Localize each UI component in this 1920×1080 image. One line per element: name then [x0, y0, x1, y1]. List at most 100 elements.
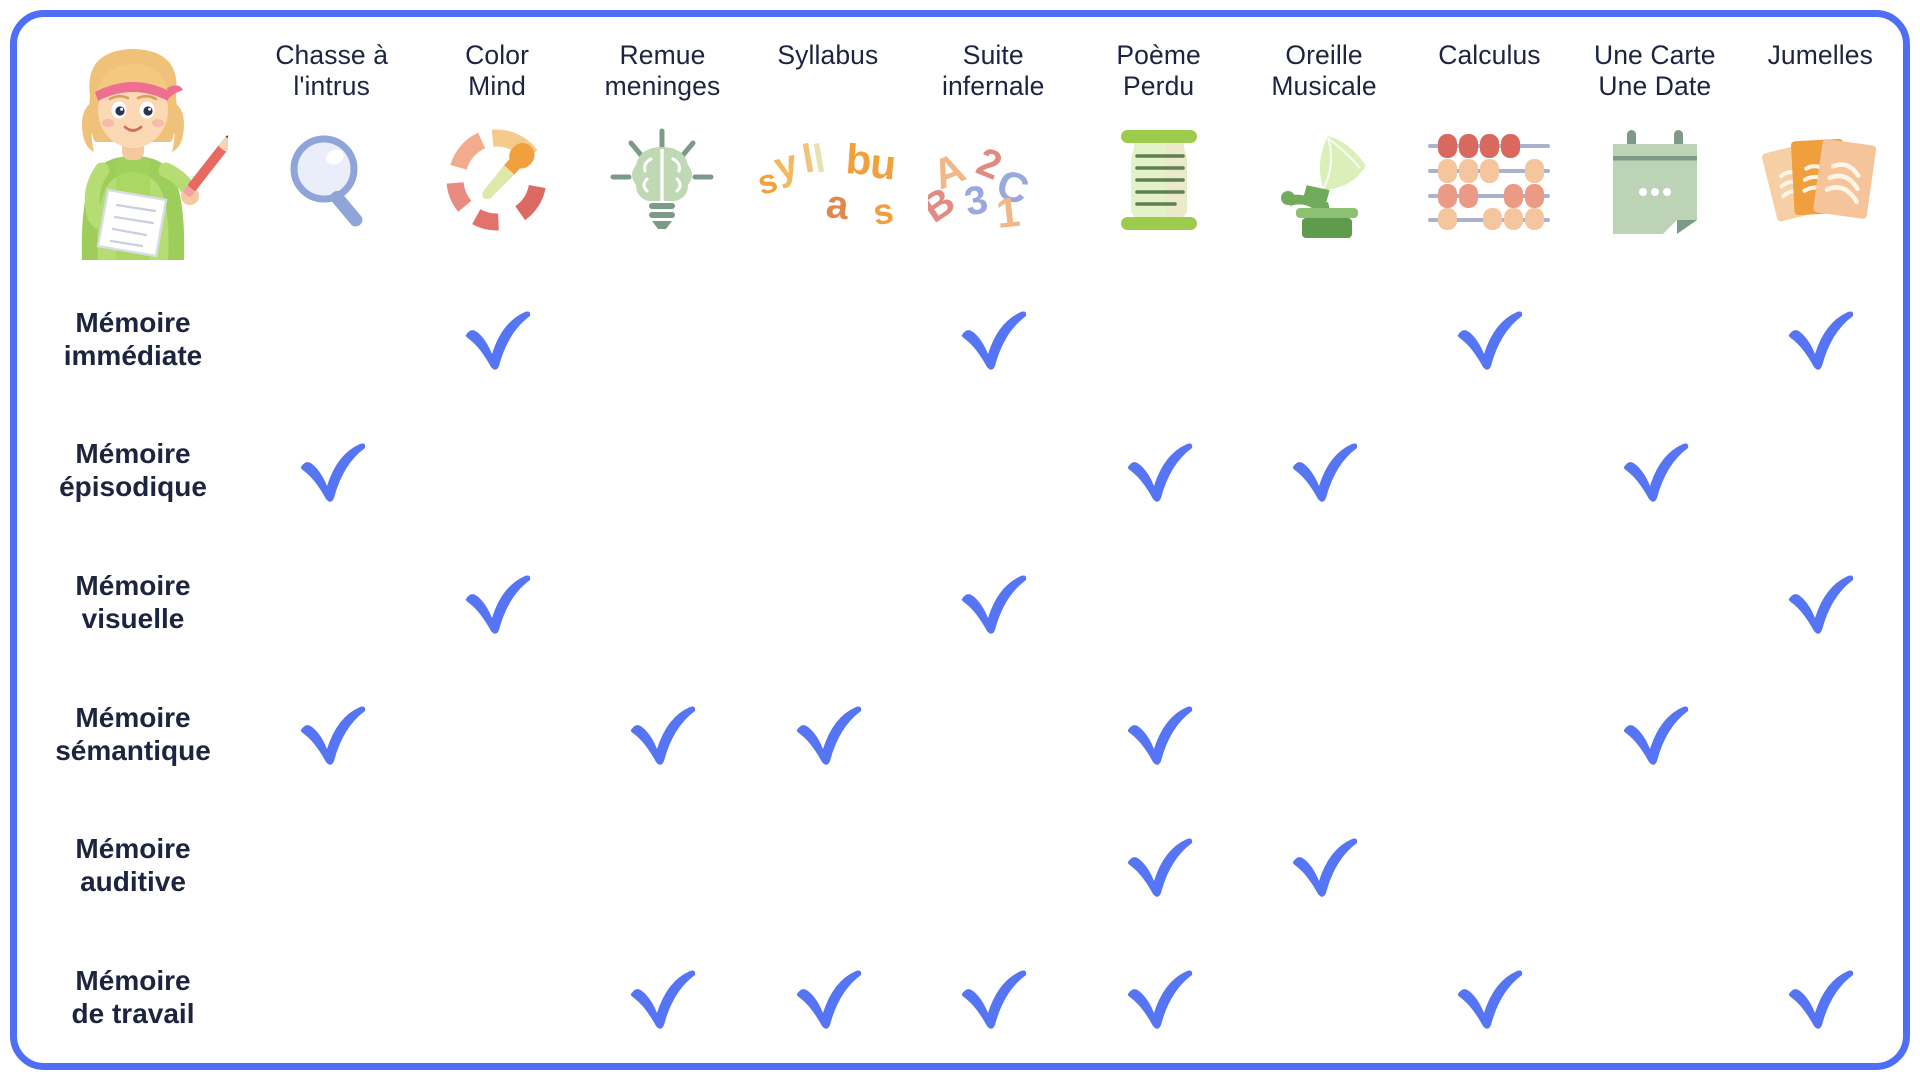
cell-empty-r2-c8[interactable]: [1572, 536, 1737, 668]
cell-empty-r2-c5[interactable]: [1076, 536, 1241, 668]
checkmark-icon: [956, 960, 1030, 1030]
cell-empty-r0-c0[interactable]: [249, 273, 414, 405]
cell-empty-r1-c4[interactable]: [911, 405, 1076, 537]
cell-checked-r5-c9[interactable]: [1738, 931, 1903, 1063]
column-title-1: Color Mind: [414, 40, 579, 106]
cell-checked-r0-c9[interactable]: [1738, 273, 1903, 405]
row-label-line: immédiate: [63, 339, 203, 371]
cell-empty-r4-c8[interactable]: [1572, 800, 1737, 932]
gramophone-icon: [1241, 110, 1406, 250]
cell-empty-r3-c4[interactable]: [911, 668, 1076, 800]
matrix-body: Mémoire immédiate Mémoire épisodique Mémoire…: [17, 273, 1903, 1063]
cell-checked-r5-c5[interactable]: [1076, 931, 1241, 1063]
cell-checked-r2-c1[interactable]: [414, 536, 579, 668]
row-label-line: de travail: [71, 998, 195, 1030]
column-header-9: Jumelles: [1738, 17, 1903, 273]
column-title-line: Une Carte: [1593, 40, 1716, 70]
checkmark-icon: [460, 565, 534, 635]
cell-checked-r3-c3[interactable]: [745, 668, 910, 800]
column-title-line: Calculus: [1438, 40, 1541, 70]
column-title-6: Oreille Musicale: [1241, 40, 1406, 106]
cell-empty-r5-c6[interactable]: [1241, 931, 1406, 1063]
cell-empty-r2-c2[interactable]: [580, 536, 745, 668]
cell-checked-r2-c9[interactable]: [1738, 536, 1903, 668]
cell-empty-r4-c4[interactable]: [911, 800, 1076, 932]
cell-empty-r4-c9[interactable]: [1738, 800, 1903, 932]
cell-empty-r4-c2[interactable]: [580, 800, 745, 932]
cell-empty-r2-c0[interactable]: [249, 536, 414, 668]
checkmark-icon: [1287, 433, 1361, 503]
cell-checked-r2-c4[interactable]: [911, 536, 1076, 668]
checkmark-icon: [1618, 696, 1692, 766]
column-title-line: Une Date: [1598, 70, 1712, 101]
cell-checked-r5-c2[interactable]: [580, 931, 745, 1063]
cell-checked-r4-c6[interactable]: [1241, 800, 1406, 932]
cell-empty-r5-c8[interactable]: [1572, 931, 1737, 1063]
cell-checked-r5-c7[interactable]: [1407, 931, 1572, 1063]
svg-text:1: 1: [994, 188, 1022, 236]
cell-empty-r0-c5[interactable]: [1076, 273, 1241, 405]
row-label-line: Mémoire: [75, 701, 191, 733]
svg-text:a: a: [824, 182, 851, 228]
cell-empty-r1-c3[interactable]: [745, 405, 910, 537]
cell-empty-r1-c9[interactable]: [1738, 405, 1903, 537]
cell-empty-r2-c7[interactable]: [1407, 536, 1572, 668]
cell-empty-r1-c7[interactable]: [1407, 405, 1572, 537]
row-label-line: sémantique: [55, 734, 211, 766]
magnifying-glass-icon: [249, 110, 414, 250]
column-title-line: Chasse à: [275, 40, 389, 70]
cell-checked-r5-c4[interactable]: [911, 931, 1076, 1063]
row-label-4: Mémoire auditive: [17, 800, 249, 932]
scattered-syllables-icon: s y l l a b u s: [745, 110, 910, 250]
cell-checked-r3-c0[interactable]: [249, 668, 414, 800]
cell-empty-r3-c7[interactable]: [1407, 668, 1572, 800]
girl-writing-mascot-icon: [17, 20, 249, 270]
cell-empty-r0-c3[interactable]: [745, 273, 910, 405]
cell-empty-r1-c1[interactable]: [414, 405, 579, 537]
matrix-card: Chasse à l'intrus Color Mind Remue menin…: [10, 10, 1910, 1070]
cell-checked-r5-c3[interactable]: [745, 931, 910, 1063]
cell-checked-r3-c5[interactable]: [1076, 668, 1241, 800]
cell-checked-r0-c7[interactable]: [1407, 273, 1572, 405]
cell-empty-r0-c2[interactable]: [580, 273, 745, 405]
corner-mascot-cell: [17, 17, 249, 273]
cell-checked-r3-c8[interactable]: [1572, 668, 1737, 800]
column-title-line: meninges: [604, 70, 721, 101]
cell-empty-r3-c9[interactable]: [1738, 668, 1903, 800]
checkmark-icon: [460, 301, 534, 371]
column-title-3: Syllabus: [745, 40, 910, 106]
cell-checked-r4-c5[interactable]: [1076, 800, 1241, 932]
checkmark-icon: [1783, 301, 1857, 371]
checkmark-icon: [1452, 960, 1526, 1030]
column-title-5: Poème Perdu: [1076, 40, 1241, 106]
cell-empty-r3-c1[interactable]: [414, 668, 579, 800]
cell-checked-r0-c1[interactable]: [414, 273, 579, 405]
cell-empty-r0-c8[interactable]: [1572, 273, 1737, 405]
cell-empty-r5-c0[interactable]: [249, 931, 414, 1063]
checkmark-icon: [1287, 828, 1361, 898]
svg-text:u: u: [868, 139, 898, 188]
cell-checked-r1-c6[interactable]: [1241, 405, 1406, 537]
column-title-line: Suite: [962, 40, 1024, 70]
checkmark-icon: [1618, 433, 1692, 503]
scattered-letters-numbers-icon: A B 2 3 C 1: [911, 110, 1076, 250]
row-label-3: Mémoire sémantique: [17, 668, 249, 800]
column-header-4: Suite infernale A B 2 3 C 1: [911, 17, 1076, 273]
cell-checked-r3-c2[interactable]: [580, 668, 745, 800]
cell-empty-r4-c7[interactable]: [1407, 800, 1572, 932]
cell-empty-r4-c0[interactable]: [249, 800, 414, 932]
cell-empty-r5-c1[interactable]: [414, 931, 579, 1063]
cell-checked-r1-c8[interactable]: [1572, 405, 1737, 537]
cell-empty-r3-c6[interactable]: [1241, 668, 1406, 800]
table-row: Mémoire immédiate: [17, 273, 1903, 405]
cell-empty-r2-c6[interactable]: [1241, 536, 1406, 668]
cell-checked-r1-c5[interactable]: [1076, 405, 1241, 537]
checkmark-icon: [1122, 433, 1196, 503]
cell-empty-r4-c1[interactable]: [414, 800, 579, 932]
cell-empty-r1-c2[interactable]: [580, 405, 745, 537]
cell-empty-r4-c3[interactable]: [745, 800, 910, 932]
cell-empty-r0-c6[interactable]: [1241, 273, 1406, 405]
cell-checked-r1-c0[interactable]: [249, 405, 414, 537]
cell-checked-r0-c4[interactable]: [911, 273, 1076, 405]
cell-empty-r2-c3[interactable]: [745, 536, 910, 668]
